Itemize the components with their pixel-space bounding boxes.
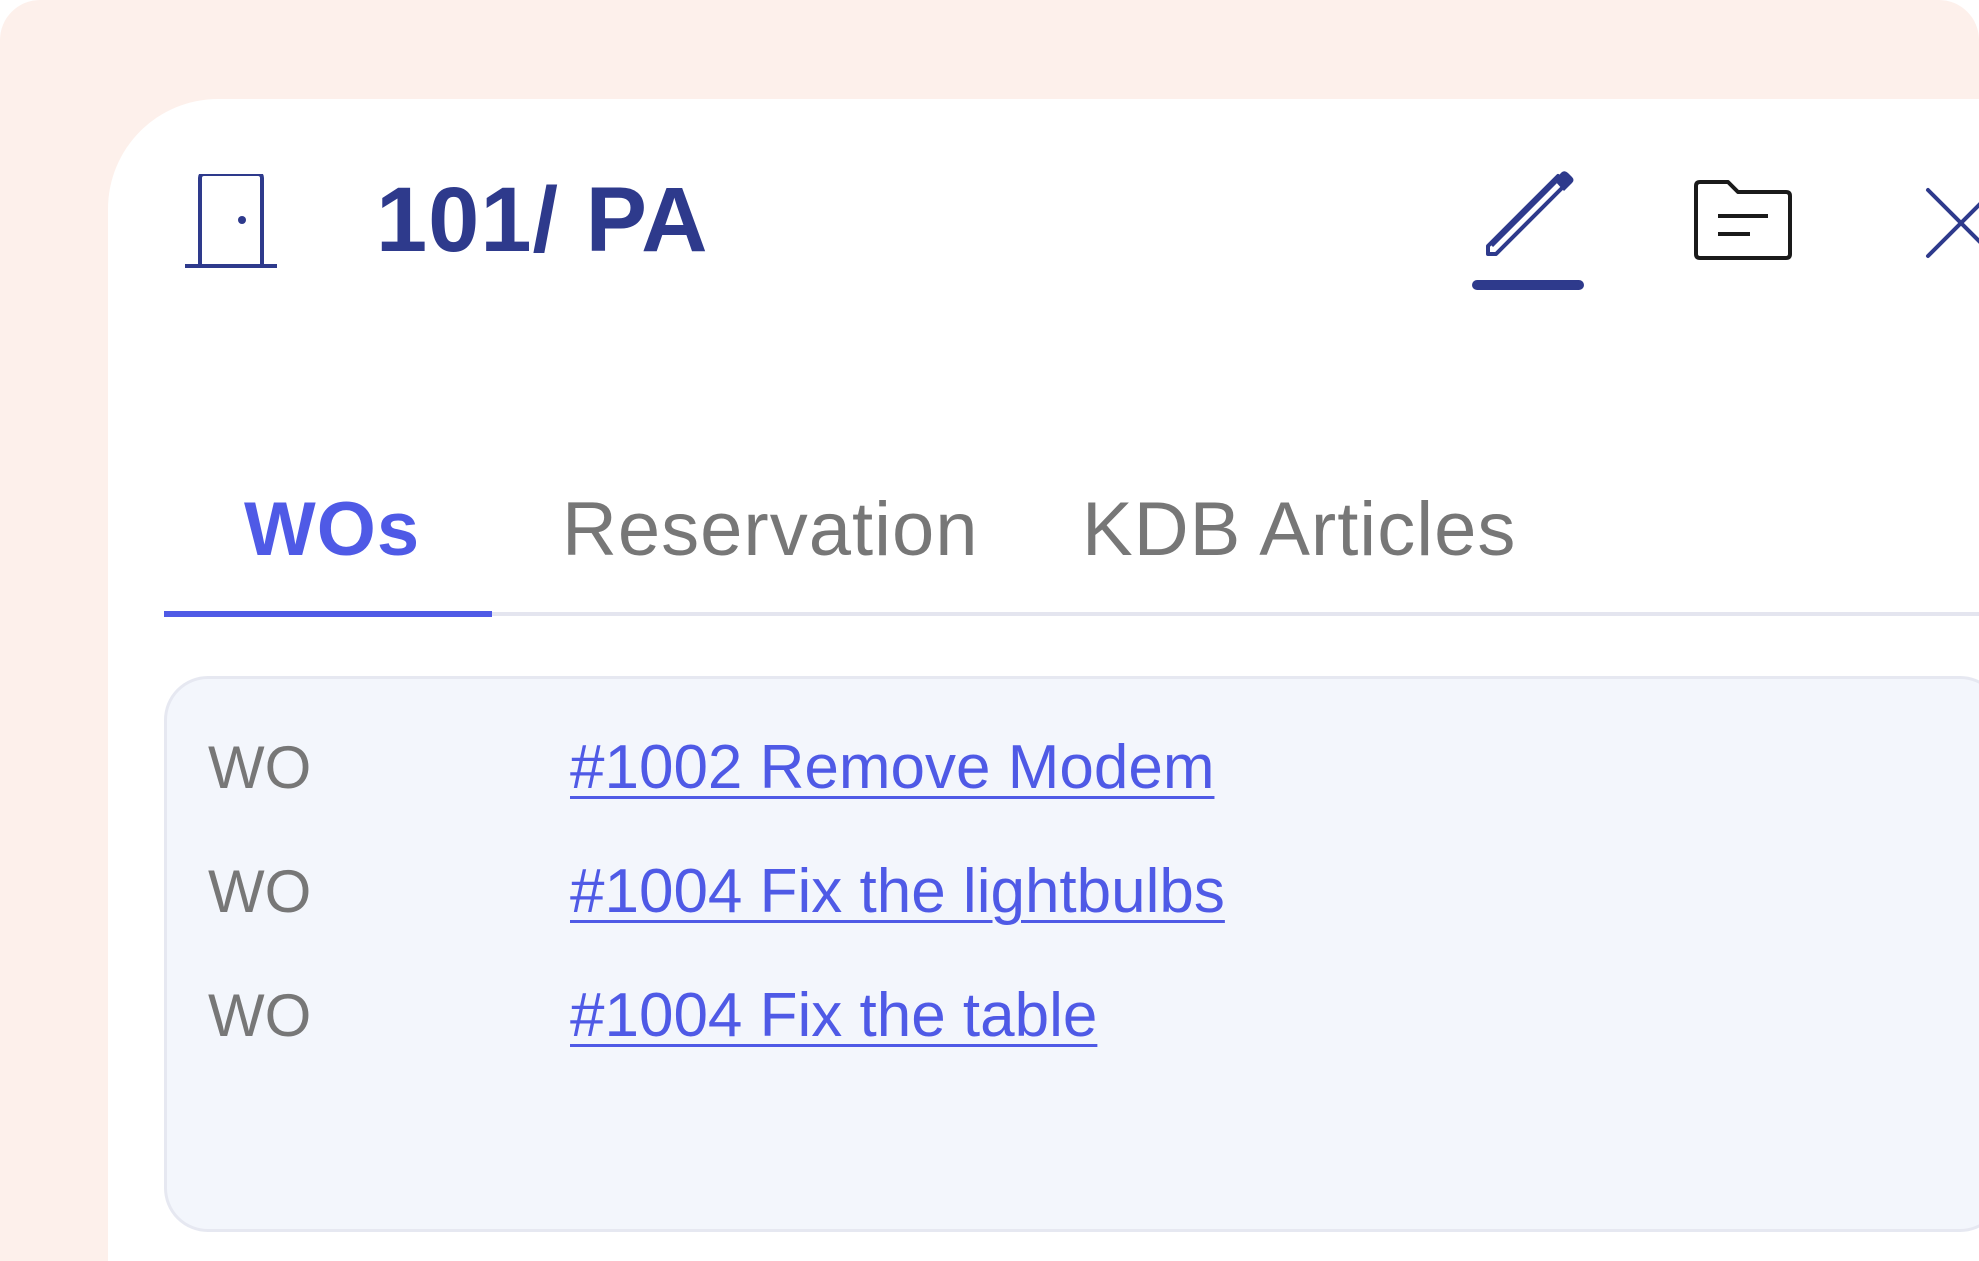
tab-bar: WOs Reservation KDB Articles: [164, 470, 1979, 620]
folder-button[interactable]: [1686, 176, 1798, 276]
work-order-type: WO: [208, 982, 312, 1049]
active-tab-indicator: [164, 611, 492, 617]
tab-kdb-articles[interactable]: KDB Articles: [1082, 470, 1516, 590]
close-button[interactable]: [1918, 180, 1979, 270]
folder-icon: [1694, 180, 1792, 260]
work-order-link[interactable]: #1004 Fix the lightbulbs: [570, 842, 1225, 942]
work-order-type: WO: [208, 734, 312, 801]
list-item: WO #1002 Remove Modem: [164, 718, 1964, 818]
work-order-type: WO: [208, 858, 312, 925]
work-order-link[interactable]: #1002 Remove Modem: [570, 718, 1214, 818]
door-icon: [183, 172, 283, 274]
edit-button[interactable]: [1468, 168, 1588, 298]
edit-active-indicator: [1472, 280, 1584, 290]
work-order-link[interactable]: #1004 Fix the table: [570, 966, 1097, 1066]
room-title: 101/ PA: [376, 169, 709, 271]
close-icon: [1926, 188, 1979, 258]
pencil-icon: [1486, 171, 1574, 256]
list-item: WO #1004 Fix the lightbulbs: [164, 842, 1964, 942]
tab-wos[interactable]: WOs: [244, 470, 420, 590]
list-item: WO #1004 Fix the table: [164, 966, 1964, 1066]
tab-reservation[interactable]: Reservation: [562, 470, 979, 590]
